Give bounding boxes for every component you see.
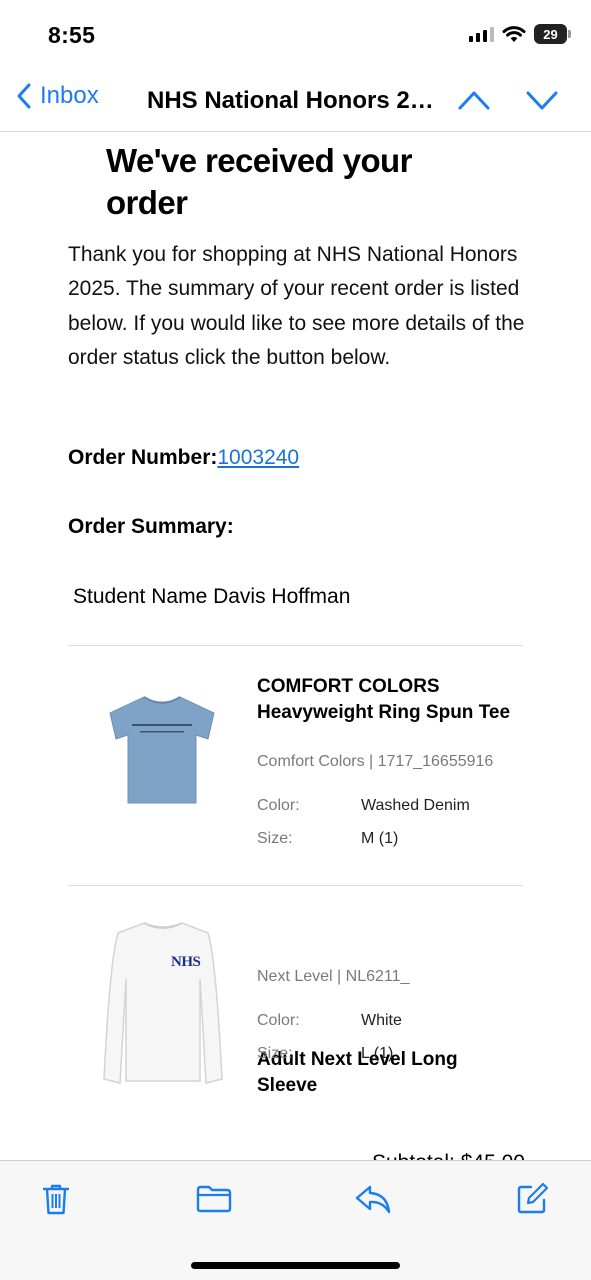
home-indicator[interactable] <box>191 1262 400 1269</box>
item-1-name: COMFORT COLORS Heavyweight Ring Spun Tee <box>257 676 511 723</box>
item-2-brand-sku: Next Level | NL6211_ <box>257 968 410 985</box>
blue-tshirt-image <box>104 693 220 812</box>
divider <box>68 645 522 646</box>
order-number-link[interactable]: 1003240 <box>217 446 299 469</box>
chevron-left-icon <box>17 83 31 109</box>
email-heading: We've received your order <box>106 142 412 221</box>
message-subject-title: NHS National Honors 2025 <box>147 87 447 114</box>
back-to-inbox-button[interactable]: Inbox <box>16 82 99 110</box>
student-name: Student Name Davis Hoffman <box>73 585 351 608</box>
previous-message-button[interactable] <box>456 84 492 121</box>
reply-icon <box>355 1185 391 1214</box>
email-body[interactable]: We've received your order Thank you for … <box>0 133 591 1160</box>
item-1-size-value: M (1) <box>361 830 399 847</box>
item-2-color-label: Color: <box>257 1012 300 1029</box>
item-2-size-value: L (1) <box>361 1045 394 1062</box>
subtotal: Subtotal: $45.00 <box>372 1151 525 1160</box>
status-bar: 8:55 29 <box>0 0 591 70</box>
chevron-down-icon <box>526 91 558 110</box>
status-time: 8:55 <box>48 22 96 48</box>
order-summary-label: Order Summary: <box>68 515 234 538</box>
battery-icon: 29 <box>534 24 571 44</box>
item-2-size-label: Size: <box>257 1045 293 1062</box>
mail-nav-bar: Inbox NHS National Honors 2025 <box>0 70 591 132</box>
move-to-folder-button[interactable] <box>196 1181 232 1217</box>
cellular-signal-icon <box>469 26 494 42</box>
email-intro-text: Thank you for shopping at NHS National H… <box>68 243 525 369</box>
next-message-button[interactable] <box>524 84 560 121</box>
item-1-size-label: Size: <box>257 830 293 847</box>
item-2-color-value: White <box>361 1012 402 1029</box>
divider <box>68 885 522 886</box>
order-number-row: Order Number:1003240 <box>68 446 299 470</box>
item-1-brand-sku: Comfort Colors | 1717_16655916 <box>257 753 494 770</box>
wifi-icon <box>502 26 526 42</box>
item-1-color-label: Color: <box>257 797 300 814</box>
white-longsleeve-image: NHS <box>96 919 230 1094</box>
chevron-up-icon <box>458 91 490 110</box>
item-1-color-value: Washed Denim <box>361 797 470 814</box>
shirt-print-text: NHS <box>171 954 201 970</box>
reply-button[interactable] <box>355 1181 391 1217</box>
compose-button[interactable] <box>514 1181 550 1217</box>
back-label: Inbox <box>40 82 99 109</box>
status-icons: 29 <box>469 24 571 44</box>
compose-icon <box>517 1182 549 1214</box>
folder-icon <box>196 1185 232 1213</box>
delete-button[interactable] <box>38 1181 74 1217</box>
order-number-label: Order Number: <box>68 446 218 469</box>
trash-icon <box>42 1184 70 1215</box>
